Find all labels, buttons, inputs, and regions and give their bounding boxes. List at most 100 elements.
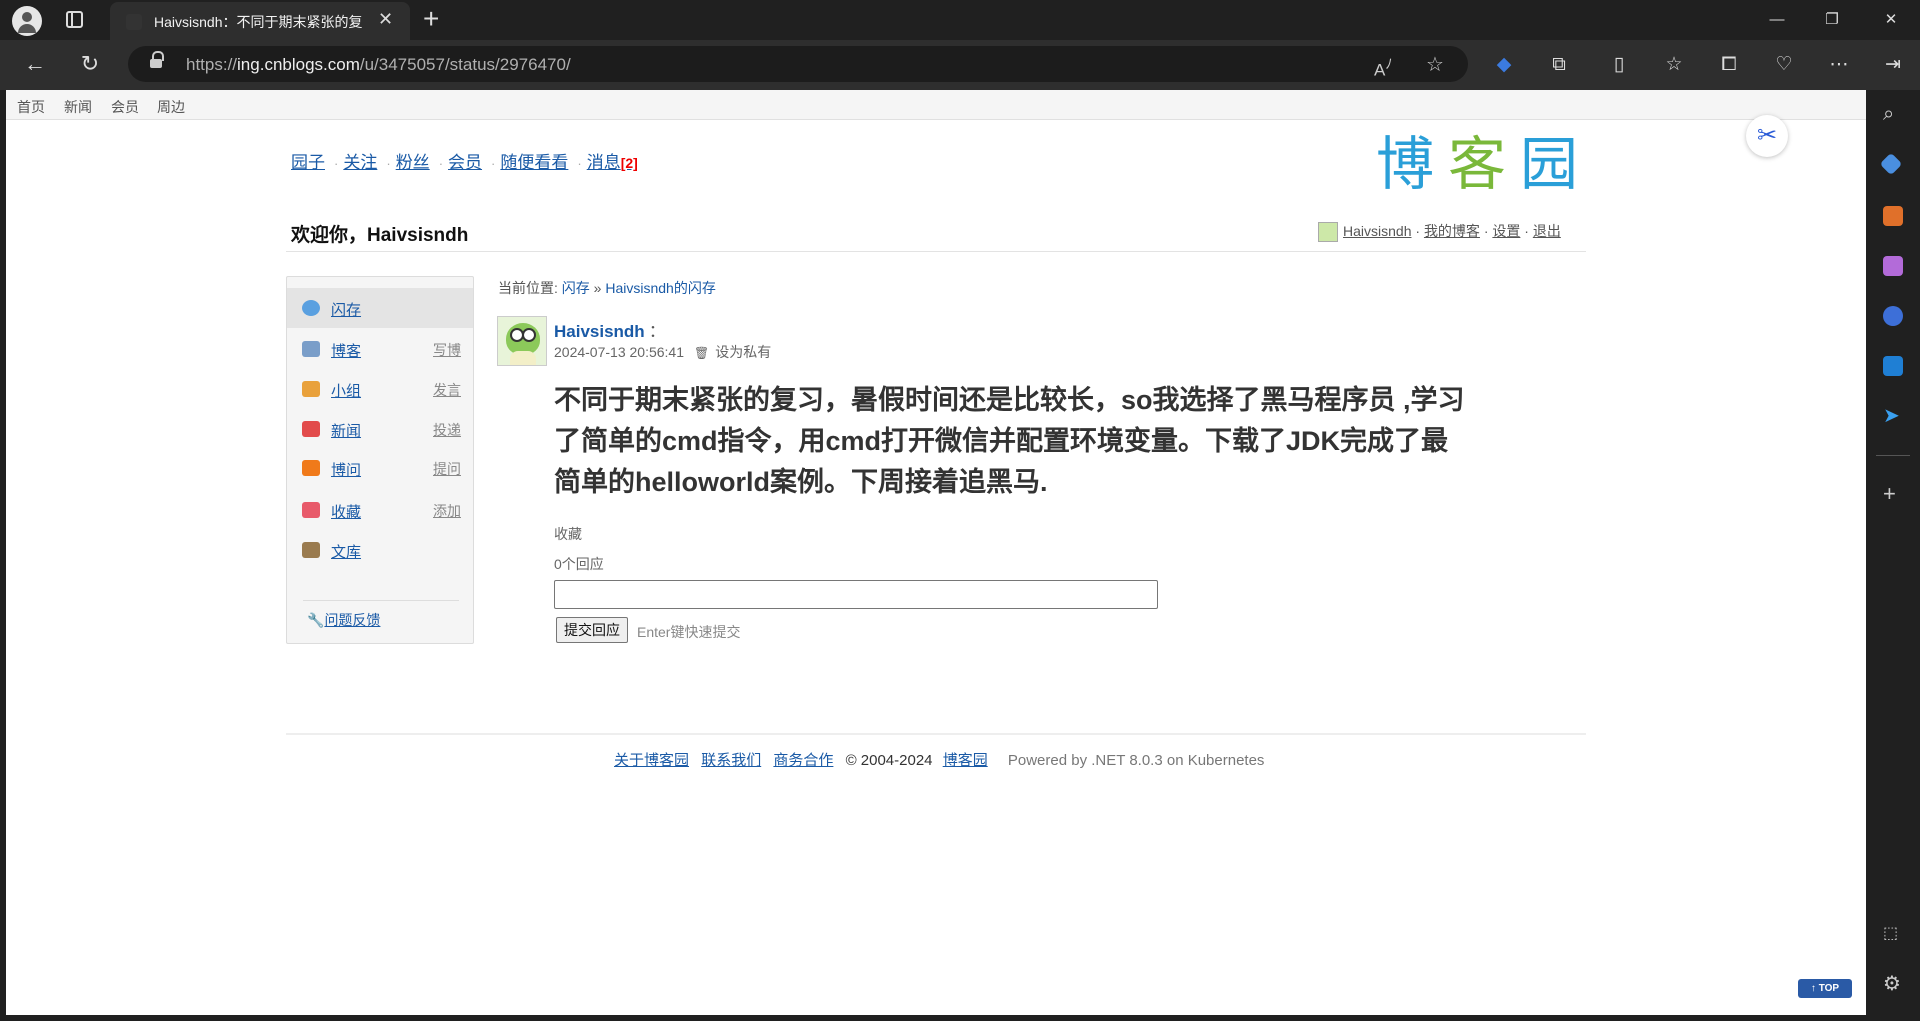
trash-icon[interactable]: 🗑 (694, 346, 709, 360)
breadcrumb-shancun[interactable]: 闪存 (562, 280, 590, 296)
add-favorite-link[interactable]: 添加 (433, 501, 461, 521)
my-blog-link[interactable]: 我的博客 (1424, 223, 1480, 239)
address-bar[interactable]: https://ing.cnblogs.com/u/3475057/status… (128, 46, 1468, 82)
submit-reply-button[interactable]: 提交回应 (556, 617, 628, 643)
sidebar-item-label[interactable]: 博客 (331, 340, 361, 361)
sidebar-divider (303, 600, 459, 601)
sidebar-item-label[interactable]: 收藏 (331, 501, 361, 522)
sidebar-item-label[interactable]: 文库 (331, 541, 361, 562)
favorites-icon[interactable]: ☆ (1661, 52, 1687, 78)
bookmark-folder-icon (302, 502, 320, 518)
footer-business[interactable]: 商务合作 (773, 752, 833, 769)
logo-char-ke: 客 (1448, 130, 1507, 198)
sidebar-item-label[interactable]: 博问 (331, 459, 361, 480)
sidebar-item-blog[interactable]: 博客 写博 (287, 329, 473, 369)
favorite-star-icon[interactable]: ☆ (1426, 52, 1444, 77)
nav-member[interactable]: 会员 (448, 153, 482, 172)
read-aloud-icon[interactable]: Aﾉ (1374, 54, 1392, 81)
book-icon (302, 542, 320, 558)
sidebar-item-label[interactable]: 新闻 (331, 420, 361, 441)
new-tab-icon[interactable]: + (423, 4, 439, 34)
topnav-merch[interactable]: 周边 (157, 97, 185, 117)
refresh-icon[interactable]: ↻ (76, 50, 104, 78)
topnav-home[interactable]: 首页 (17, 97, 45, 117)
post-group-link[interactable]: 发言 (433, 380, 461, 400)
close-window-icon[interactable]: ✕ (1871, 6, 1911, 34)
author-avatar[interactable] (497, 316, 547, 366)
feedback-link[interactable]: 🔧问题反馈 (307, 610, 380, 630)
post-datetime: 2024-07-13 20:56:41 (554, 344, 684, 360)
search-icon[interactable]: ⌕ (1883, 104, 1903, 124)
gear-icon[interactable]: ⚙ (1883, 974, 1903, 994)
sidebar-item-label[interactable]: 闪存 (331, 299, 361, 320)
restore-icon[interactable]: ❐ (1812, 6, 1852, 34)
nav-follow[interactable]: 关注 (343, 153, 377, 172)
add-icon[interactable]: + (1883, 483, 1903, 505)
send-plane-icon[interactable]: ➤ (1883, 406, 1903, 426)
tab-close-icon[interactable]: ✕ (378, 9, 393, 30)
url-text[interactable]: https://ing.cnblogs.com/u/3475057/status… (186, 55, 571, 75)
ask-question-link[interactable]: 提问 (433, 459, 461, 479)
favorite-link[interactable]: 收藏 (554, 524, 582, 544)
write-blog-link[interactable]: 写博 (433, 340, 461, 360)
main-nav: 园子 · 关注 · 粉丝 · 会员 · 随便看看 · 消息[2] (291, 148, 642, 173)
browser-tab-active[interactable]: Haivsisndh：不同于期末紧张的复 ✕ (110, 2, 410, 40)
tab-favicon-icon (126, 14, 142, 30)
user-bar: Haivsisndh · 我的博客 · 设置 · 退出 (1318, 221, 1561, 243)
reply-input[interactable] (554, 580, 1158, 609)
reply-count: 0个回应 (554, 556, 604, 572)
nav-random[interactable]: 随便看看 (500, 153, 568, 172)
left-sidebar: 闪存 博客 写博 小组 发言 新闻 投递 博问 提问 收藏 添加 文库 🔧问题反… (286, 276, 474, 644)
back-to-top-button[interactable]: ↑ TOP (1798, 979, 1852, 998)
topnav-news[interactable]: 新闻 (64, 97, 92, 117)
profile-avatar-icon[interactable] (12, 6, 42, 36)
user-link[interactable]: Haivsisndh (1343, 223, 1411, 239)
sidebar-item-group[interactable]: 小组 发言 (287, 369, 473, 409)
extensions-icon[interactable]: ⧉ (1546, 52, 1572, 78)
games-icon[interactable] (1883, 256, 1903, 276)
logout-link[interactable]: 退出 (1533, 223, 1561, 239)
footer-site[interactable]: 博客园 (943, 752, 988, 769)
nav-separator: · (491, 156, 496, 171)
shopping-tag-icon[interactable] (1879, 152, 1903, 176)
nav-yuanzi[interactable]: 园子 (291, 153, 325, 172)
nav-fans[interactable]: 粉丝 (396, 153, 430, 172)
breadcrumb-user-shancun[interactable]: Haivsisndh的闪存 (605, 280, 715, 296)
tools-briefcase-icon[interactable] (1883, 206, 1903, 226)
submit-news-link[interactable]: 投递 (433, 420, 461, 440)
settings-more-icon[interactable]: ⋯ (1826, 52, 1852, 78)
sidebar-toggle-icon[interactable]: ⇥ (1880, 52, 1906, 78)
cnblogs-logo[interactable]: 博 客 园 (1376, 132, 1586, 196)
sidebar-item-question[interactable]: 博问 提问 (287, 448, 473, 488)
copilot-icon[interactable] (1883, 306, 1903, 326)
minimize-icon[interactable]: — (1757, 6, 1797, 34)
logo-char-yuan: 园 (1520, 130, 1579, 198)
footer-contact[interactable]: 联系我们 (701, 752, 761, 769)
footer-about[interactable]: 关于博客园 (614, 752, 689, 769)
sidebar-item-shancun[interactable]: 闪存 (287, 288, 473, 328)
tab-actions-icon[interactable] (66, 11, 83, 28)
set-private-link[interactable]: 设为私有 (715, 344, 771, 360)
settings-link[interactable]: 设置 (1492, 223, 1520, 239)
outlook-icon[interactable] (1883, 356, 1903, 376)
breadcrumb: 当前位置: 闪存 » Haivsisndh的闪存 (498, 280, 716, 296)
post-content: 不同于期末紧张的复习，暑假时间还是比较长，so我选择了黑马程序员 ,学习了简单的… (554, 385, 1465, 497)
tab-title: Haivsisndh：不同于期末紧张的复 (154, 14, 363, 30)
web-capture-scissors-icon[interactable]: ✂ (1746, 115, 1788, 157)
back-icon[interactable]: ← (21, 50, 49, 78)
nav-messages[interactable]: 消息[2] (587, 153, 638, 172)
browser-essentials-icon[interactable]: ♡ (1771, 52, 1797, 78)
author-link[interactable]: Haivsisndh (554, 322, 645, 341)
user-mini-avatar[interactable] (1318, 222, 1338, 243)
news-rocket-icon (302, 421, 320, 437)
sidebar-item-news[interactable]: 新闻 投递 (287, 409, 473, 449)
split-screen-icon[interactable]: ▯ (1606, 52, 1632, 78)
collections-icon[interactable]: ⧠ (1716, 52, 1742, 78)
screenshot-icon[interactable]: ⬚ (1883, 924, 1903, 944)
sidebar-item-library[interactable]: 文库 (287, 530, 473, 570)
lock-icon[interactable] (150, 51, 164, 70)
sidebar-item-favorites[interactable]: 收藏 添加 (287, 490, 473, 530)
topnav-member[interactable]: 会员 (111, 97, 139, 117)
sidebar-item-label[interactable]: 小组 (331, 380, 361, 401)
extension-shield-icon[interactable]: ◆ (1491, 52, 1517, 78)
